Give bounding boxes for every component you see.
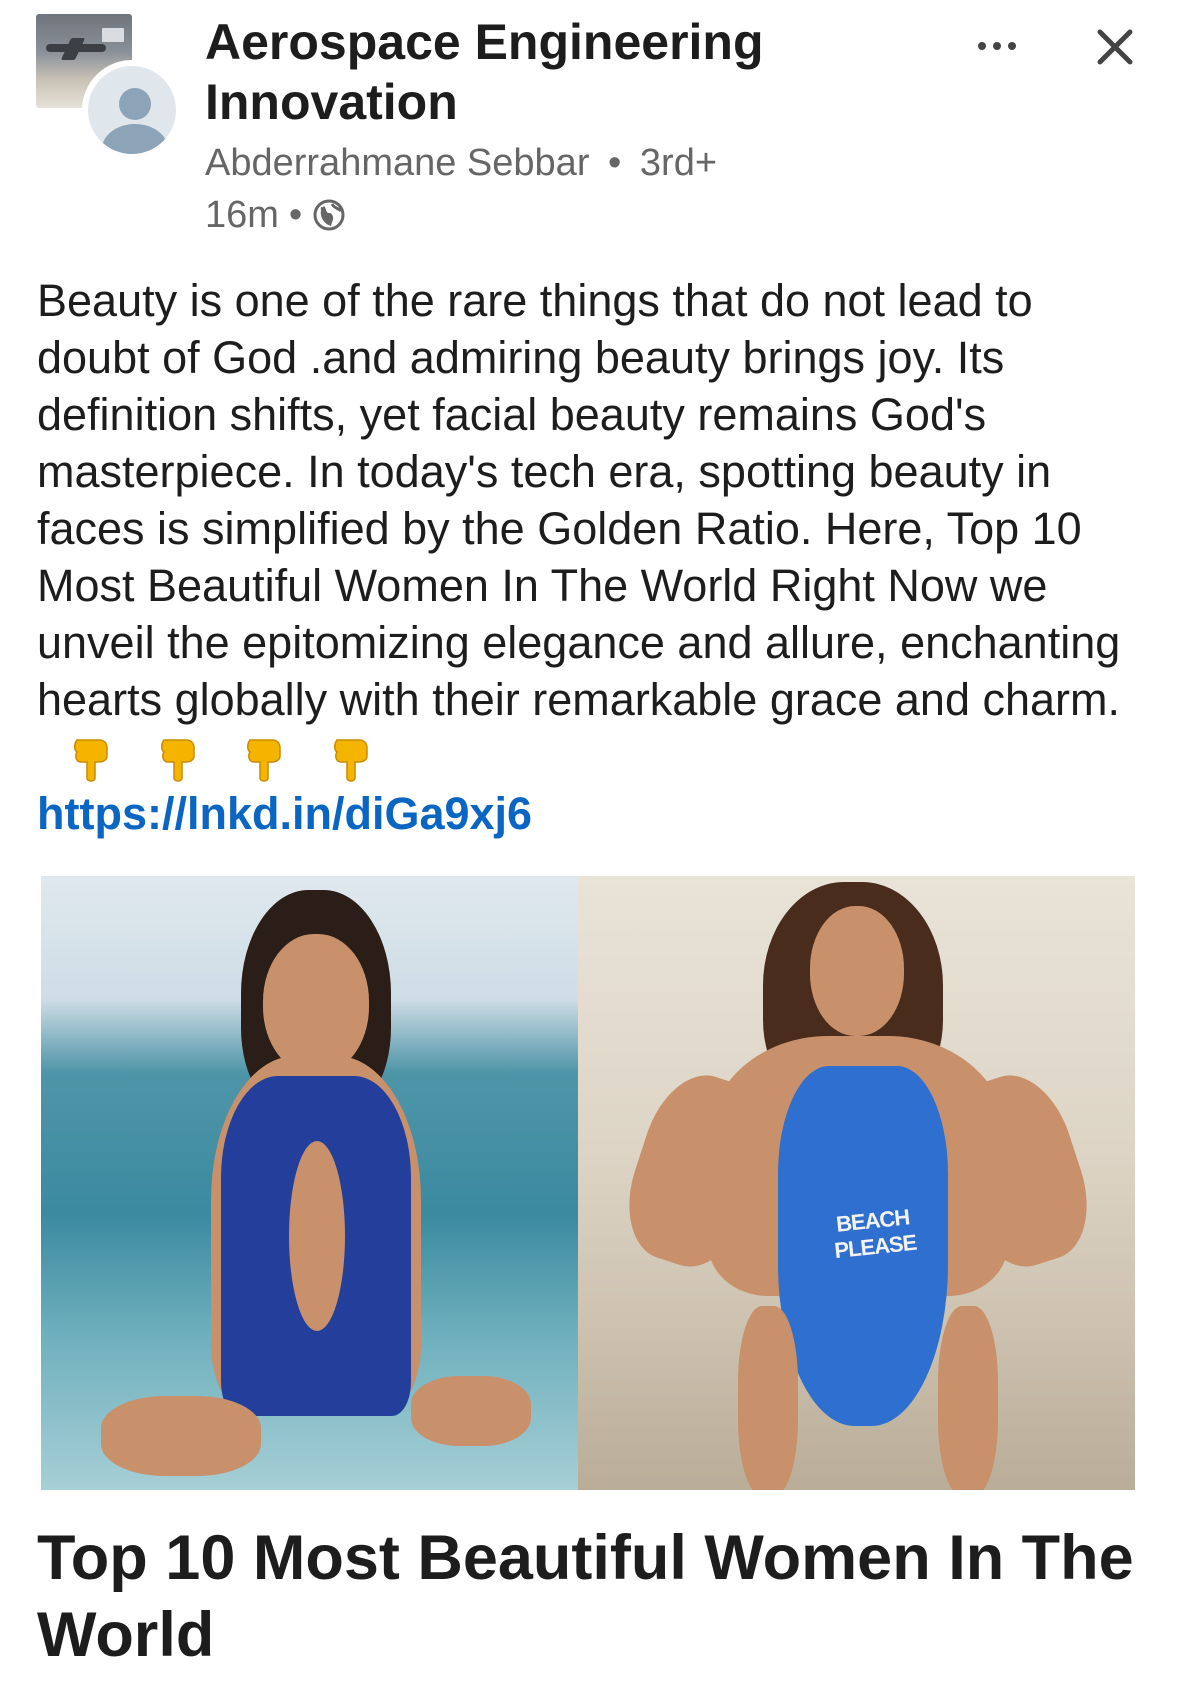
woman-in-blue-swimsuit-photo: BEACH PLEASE	[578, 876, 1135, 1490]
separator-dot: •	[608, 142, 622, 184]
post-link[interactable]: https://lnkd.in/diGa9xj6	[37, 788, 532, 839]
author-avatar[interactable]	[82, 60, 182, 160]
photo-detail	[938, 1306, 998, 1490]
photo-detail	[101, 1396, 261, 1476]
article-title[interactable]: Top 10 Most Beautiful Women In The World	[37, 1520, 1147, 1674]
post-body: Beauty is one of the rare things that do…	[37, 272, 1147, 842]
photo-detail	[263, 934, 369, 1074]
author-name[interactable]: Abderrahmane Sebbar	[205, 142, 589, 184]
backhand-index-pointing-down-icon	[71, 734, 111, 784]
dot	[993, 42, 1001, 50]
dot	[978, 42, 986, 50]
backhand-index-pointing-down-icon	[331, 734, 371, 784]
connection-degree: 3rd+	[639, 142, 718, 184]
post-meta: 16m •	[205, 192, 346, 238]
post-text: Beauty is one of the rare things that do…	[37, 275, 1121, 725]
link-preview-image[interactable]: BEACH PLEASE	[41, 876, 1135, 1490]
more-options-icon[interactable]	[972, 26, 1022, 66]
group-name[interactable]: Aerospace Engineering Innovation	[205, 12, 845, 132]
time-ago: 16m	[205, 194, 279, 236]
photo-detail	[411, 1376, 531, 1446]
woman-in-pool-photo	[41, 876, 578, 1490]
author-line: Abderrahmane Sebbar • 3rd+	[205, 140, 717, 186]
close-icon[interactable]	[1090, 22, 1140, 72]
thumbnail-detail	[102, 28, 124, 42]
photo-detail	[810, 906, 904, 1036]
photo-detail	[289, 1141, 345, 1331]
dot	[1008, 42, 1016, 50]
avatar-shoulders	[102, 124, 168, 154]
avatar-head	[119, 88, 151, 120]
globe-icon	[312, 198, 346, 232]
photo-detail	[738, 1306, 798, 1490]
separator-dot: •	[288, 194, 303, 236]
backhand-index-pointing-down-icon	[244, 734, 284, 784]
backhand-index-pointing-down-icon	[158, 734, 198, 784]
